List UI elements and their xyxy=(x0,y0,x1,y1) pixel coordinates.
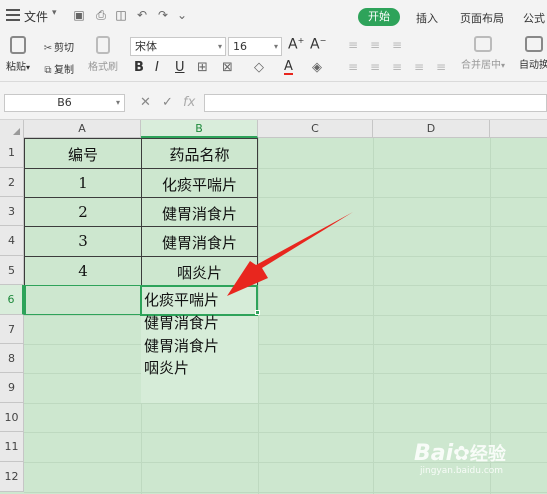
fill-color-icon[interactable]: ◇ xyxy=(254,60,264,75)
border-icon[interactable]: ⊞ xyxy=(197,60,208,75)
italic-icon[interactable]: I xyxy=(155,60,159,75)
merge-center-label: 合并居中 xyxy=(460,60,501,71)
confirm-icon[interactable]: ✓ xyxy=(162,95,173,110)
clipboard-icon xyxy=(10,36,26,54)
format-painter-label: 格式刷 xyxy=(88,62,118,73)
cut-button[interactable]: ✂ 剪切 xyxy=(42,39,74,54)
spreadsheet-grid[interactable]: A B C D 1 2 3 4 5 6 7 8 9 10 11 12 编号 药品… xyxy=(0,120,547,494)
paw-icon: ✿ xyxy=(453,441,470,465)
font-size-select[interactable]: 16 ▾ xyxy=(228,37,282,56)
tab-start[interactable]: 开始 xyxy=(358,8,400,26)
brush-icon xyxy=(96,36,110,54)
chevron-down-icon: ▾ xyxy=(273,42,278,51)
watermark: Bai✿经验 jingyan.baidu.com xyxy=(414,440,506,476)
copy-button[interactable]: ⧉ 复制 xyxy=(42,61,74,76)
fill-style-icon[interactable]: ⊠ xyxy=(222,60,233,75)
file-menu[interactable]: 文件 xyxy=(24,8,48,25)
customize-icon[interactable]: ⌄ xyxy=(175,8,189,22)
paste-button[interactable]: 粘贴▾ xyxy=(6,36,30,73)
copy-label: 复制 xyxy=(54,65,74,76)
font-size-value: 16 xyxy=(233,40,247,53)
scissors-icon: ✂ xyxy=(43,43,53,54)
chevron-down-icon: ▾ xyxy=(217,42,222,51)
fx-icon[interactable]: fx xyxy=(183,95,195,110)
align-top-icon[interactable]: ≡ xyxy=(348,38,358,52)
name-box-value: B6 xyxy=(57,96,72,109)
decrease-font-icon[interactable]: A− xyxy=(310,36,326,53)
font-name-select[interactable]: 宋体 ▾ xyxy=(130,37,226,56)
print-icon[interactable]: ⎙ xyxy=(94,8,108,22)
font-name-value: 宋体 xyxy=(135,40,157,53)
undo-icon[interactable]: ↶ xyxy=(135,8,149,22)
align-center-icon[interactable]: ≡ xyxy=(370,60,380,74)
wrap-text-icon xyxy=(525,36,543,52)
align-bottom-icon[interactable]: ≡ xyxy=(392,38,402,52)
cancel-icon[interactable]: ✕ xyxy=(140,95,151,110)
underline-icon[interactable]: U xyxy=(175,60,185,75)
align-left-icon[interactable]: ≡ xyxy=(348,60,358,74)
red-arrow-annotation xyxy=(227,212,353,296)
auto-wrap-label: 自动换 xyxy=(519,60,547,71)
distributed-icon[interactable]: ≡ xyxy=(436,60,446,74)
increase-font-icon[interactable]: A+ xyxy=(288,36,304,53)
justify-icon[interactable]: ≡ xyxy=(414,60,424,74)
tab-page-layout[interactable]: 页面布局 xyxy=(460,10,504,26)
bold-icon[interactable]: B xyxy=(134,60,144,75)
formula-bar: B6 ▾ ✕ ✓ fx xyxy=(0,82,547,120)
auto-wrap-button[interactable]: 自动换 xyxy=(514,36,547,71)
eraser-icon[interactable]: ◈ xyxy=(312,60,322,75)
chevron-down-icon[interactable]: ▾ xyxy=(52,8,57,18)
arrow-icon xyxy=(227,212,353,296)
merge-center-button[interactable]: 合并居中▾ xyxy=(458,36,508,71)
align-middle-icon[interactable]: ≡ xyxy=(370,38,380,52)
paste-label: 粘贴 xyxy=(6,62,26,73)
print-preview-icon[interactable]: ◫ xyxy=(114,8,128,22)
tab-formula[interactable]: 公式 xyxy=(523,10,545,26)
redo-icon[interactable]: ↷ xyxy=(156,8,170,22)
ribbon: 粘贴▾ ✂ 剪切 ⧉ 复制 格式刷 宋体 ▾ 16 ▾ A+ A− B I U ⊞ … xyxy=(0,30,547,82)
watermark-url: jingyan.baidu.com xyxy=(420,466,504,476)
menu-bar: 文件 ▾ ▣ ⎙ ◫ ↶ ↷ ⌄ 开始 插入 页面布局 公式 xyxy=(0,0,547,30)
copy-icon: ⧉ xyxy=(44,65,52,76)
tab-insert[interactable]: 插入 xyxy=(416,10,438,26)
baidu-logo: Bai✿经验 xyxy=(414,441,506,466)
save-icon[interactable]: ▣ xyxy=(72,8,86,22)
align-right-icon[interactable]: ≡ xyxy=(392,60,402,74)
format-painter-button[interactable]: 格式刷 xyxy=(86,36,120,73)
formula-input[interactable] xyxy=(204,94,547,112)
font-color-icon[interactable]: A xyxy=(284,60,293,75)
name-box[interactable]: B6 ▾ xyxy=(4,94,125,112)
hamburger-icon[interactable] xyxy=(6,9,20,21)
merge-cells-icon xyxy=(474,36,492,52)
cut-label: 剪切 xyxy=(54,43,74,54)
chevron-down-icon: ▾ xyxy=(115,98,120,107)
